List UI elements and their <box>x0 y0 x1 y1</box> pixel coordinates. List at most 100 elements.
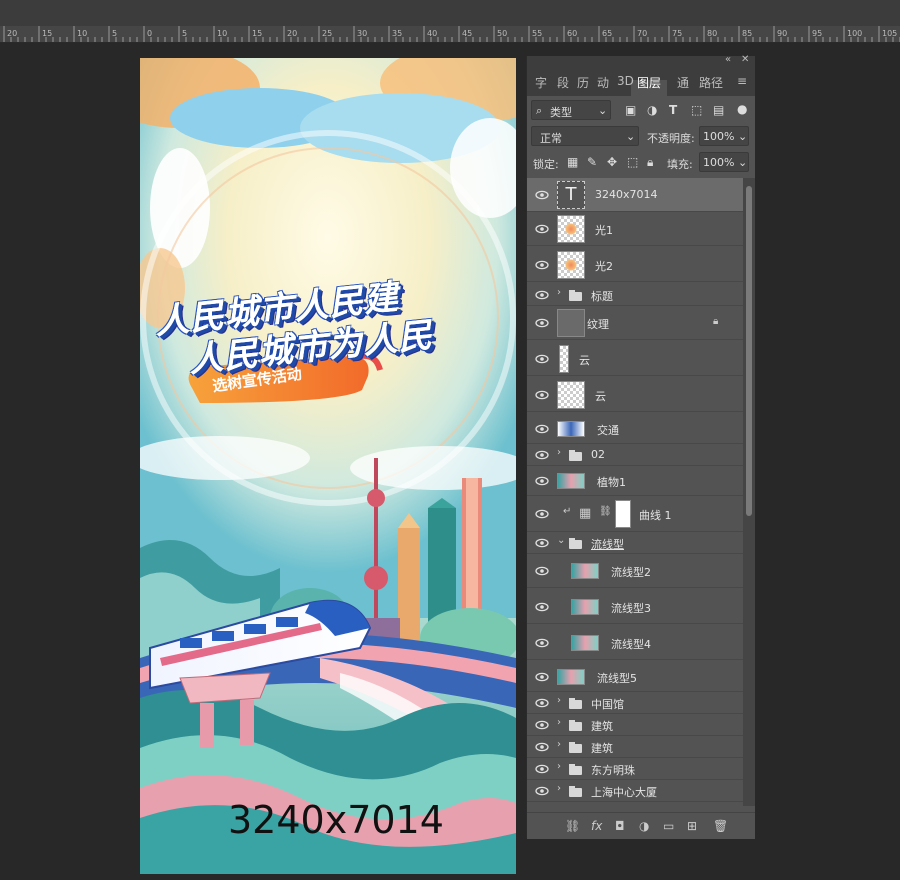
tab-paths[interactable]: 路径 <box>699 74 723 91</box>
tab-paragraph[interactable]: 段 <box>557 74 569 91</box>
folder-icon[interactable]: ▭ <box>663 819 674 833</box>
ruler-label: 105 <box>882 29 897 38</box>
lock-icon[interactable]: 🔒︎ <box>713 316 718 327</box>
mask-icon[interactable]: ◘ <box>615 819 625 833</box>
eye-icon[interactable] <box>535 290 549 300</box>
folder-icon <box>569 764 582 775</box>
chevron-right-icon[interactable]: › <box>557 695 561 706</box>
size-label-text[interactable]: 3240x7014 <box>228 798 444 842</box>
adjustment-filter-icon[interactable]: ◑ <box>647 103 657 117</box>
eye-icon[interactable] <box>535 224 549 234</box>
layer-row[interactable]: 云 <box>527 378 743 412</box>
eye-icon[interactable] <box>535 566 549 576</box>
lock-all-icon[interactable]: 🔒︎ <box>647 155 653 170</box>
chevron-down-icon: ⌄ <box>626 130 636 143</box>
chain-link-icon[interactable]: ⛓︎ <box>599 506 612 517</box>
ruler-label: 0 <box>147 29 152 38</box>
trash-icon[interactable]: 🗑︎ <box>713 819 728 833</box>
layer-row[interactable]: 流线型2 <box>527 554 743 588</box>
scrollbar-thumb[interactable] <box>746 186 752 516</box>
layer-row[interactable]: 植物1 <box>527 466 743 496</box>
layer-row[interactable]: 交通 <box>527 414 743 444</box>
eye-icon[interactable] <box>535 698 549 708</box>
eye-icon[interactable] <box>535 190 549 200</box>
layer-name: 流线型2 <box>611 566 651 579</box>
chevron-down-icon[interactable]: ⌄ <box>557 535 565 546</box>
eye-icon[interactable] <box>535 672 549 682</box>
artboard[interactable]: 人民城市人民建 人民城市为人民 选树宣传活动 3240x7014 <box>140 58 516 874</box>
chevron-right-icon[interactable]: › <box>557 739 561 750</box>
layer-list-scrollbar[interactable] <box>743 178 755 806</box>
panel-menu-icon[interactable]: ≡ <box>737 74 747 88</box>
lock-image-icon[interactable]: ✎ <box>587 155 597 169</box>
eye-icon[interactable] <box>535 538 549 548</box>
link-icon[interactable]: ⛓︎ <box>565 819 580 833</box>
ruler-label: 10 <box>217 29 227 38</box>
eye-icon[interactable] <box>535 450 549 460</box>
layer-row[interactable]: 光1 <box>527 212 743 246</box>
layer-row[interactable]: › 建筑 <box>527 714 743 736</box>
new-layer-icon[interactable]: ⊞ <box>687 819 697 833</box>
layer-row[interactable]: 流线型5 <box>527 662 743 692</box>
eye-icon[interactable] <box>535 742 549 752</box>
layer-row[interactable]: › 建筑 <box>527 736 743 758</box>
chevron-right-icon[interactable]: › <box>557 761 561 772</box>
layer-row[interactable]: › 东方明珠 <box>527 758 743 780</box>
layer-row[interactable]: › 中国馆 <box>527 692 743 714</box>
tab-3d[interactable]: 3D <box>617 74 634 88</box>
eye-icon[interactable] <box>535 390 549 400</box>
layer-row[interactable]: T 3240x7014 <box>527 178 743 212</box>
eye-icon[interactable] <box>535 260 549 270</box>
layer-row[interactable]: › 02 <box>527 444 743 466</box>
eye-icon[interactable] <box>535 318 549 328</box>
filter-kind-select[interactable]: ⌕ 类型 ⌄ <box>531 100 611 120</box>
chevron-right-icon[interactable]: › <box>557 717 561 728</box>
eye-icon[interactable] <box>535 764 549 774</box>
eye-icon[interactable] <box>535 476 549 486</box>
layer-mask-thumbnail[interactable] <box>615 500 631 528</box>
layer-row[interactable]: › 标题 <box>527 284 743 306</box>
pixel-filter-icon[interactable]: ▣ <box>625 103 636 117</box>
tab-character[interactable]: 字 <box>535 74 547 91</box>
type-filter-icon[interactable]: T <box>669 103 677 117</box>
eye-icon[interactable] <box>535 424 549 434</box>
layer-row[interactable]: 流线型4 <box>527 626 743 660</box>
adjustment-icon[interactable]: ◑ <box>639 819 649 833</box>
ruler-label: 20 <box>7 29 17 38</box>
chevron-right-icon[interactable]: › <box>557 287 561 298</box>
lock-position-icon[interactable]: ✥ <box>607 155 617 169</box>
opacity-field[interactable]: 100% ⌄ <box>699 126 749 146</box>
eye-icon[interactable] <box>535 786 549 796</box>
tab-history[interactable]: 历 <box>577 74 589 91</box>
eye-icon[interactable] <box>535 638 549 648</box>
ruler-label: 70 <box>637 29 647 38</box>
collapse-panel-icon[interactable]: « <box>725 54 731 65</box>
tab-actions[interactable]: 动 <box>597 74 609 91</box>
eye-icon[interactable] <box>535 720 549 730</box>
eye-icon[interactable] <box>535 602 549 612</box>
layer-row[interactable]: 流线型3 <box>527 590 743 624</box>
lock-artboard-icon[interactable]: ⬚ <box>627 155 638 169</box>
fx-icon[interactable]: fx <box>591 819 602 833</box>
layer-row[interactable]: ⌄ 流线型 <box>527 532 743 554</box>
chevron-right-icon[interactable]: › <box>557 447 561 458</box>
tab-layers[interactable]: 图层 <box>637 74 661 91</box>
layer-row[interactable]: 云 <box>527 342 743 376</box>
chevron-right-icon[interactable]: › <box>557 783 561 794</box>
lock-transparent-icon[interactable]: ▦ <box>567 155 578 169</box>
filter-toggle-icon[interactable]: ● <box>737 102 747 116</box>
eye-icon[interactable] <box>535 354 549 364</box>
eye-icon[interactable] <box>535 509 549 519</box>
layer-row[interactable]: 光2 <box>527 248 743 282</box>
tab-channels[interactable]: 通 <box>677 74 689 91</box>
close-panel-icon[interactable]: ✕ <box>741 54 749 65</box>
blend-mode-select[interactable]: 正常 ⌄ <box>531 126 639 146</box>
smart-object-filter-icon[interactable]: ▤ <box>713 103 724 117</box>
layer-row[interactable]: ↵ ▦ ⛓︎ 曲线 1 <box>527 496 743 532</box>
layer-thumbnail <box>557 309 585 337</box>
fill-field[interactable]: 100% ⌄ <box>699 152 749 172</box>
folder-icon <box>569 786 582 797</box>
layer-row[interactable]: › 上海中心大厦 <box>527 780 743 802</box>
shape-filter-icon[interactable]: ⬚ <box>691 103 702 117</box>
layer-row[interactable]: 纹理 🔒︎ <box>527 306 743 340</box>
